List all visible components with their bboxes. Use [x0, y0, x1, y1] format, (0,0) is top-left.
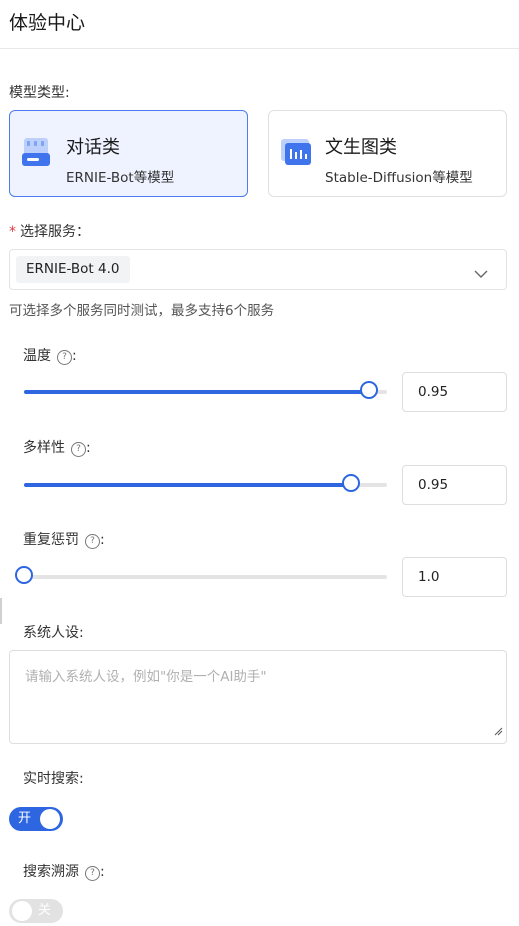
- model-type-label: 模型类型:: [9, 85, 70, 101]
- slider-fill: [24, 483, 351, 487]
- model-card-image[interactable]: 文生图类 Stable-Diffusion等模型: [268, 110, 507, 197]
- system-prompt-label: 系统人设:: [23, 625, 84, 641]
- page-title: 体验中心: [9, 12, 86, 34]
- help-icon[interactable]: ?: [57, 350, 72, 365]
- realtime-search-toggle[interactable]: 开: [9, 807, 63, 831]
- realtime-search-label: 实时搜索:: [23, 771, 84, 787]
- model-card-title: 文生图类: [325, 137, 397, 158]
- label-colon: :: [72, 348, 77, 364]
- slider-fill: [24, 390, 369, 394]
- top-p-label-row: 多样性?:: [23, 437, 91, 457]
- temperature-slider[interactable]: [24, 381, 387, 399]
- toggle-knob: [40, 809, 60, 829]
- header-divider: [0, 48, 519, 49]
- service-hint: 可选择多个服务同时测试，最多支持6个服务: [9, 303, 275, 319]
- selected-service-tag[interactable]: ERNIE-Bot 4.0: [16, 256, 130, 283]
- slider-thumb[interactable]: [341, 474, 360, 492]
- help-icon[interactable]: ?: [85, 534, 100, 549]
- model-card-title: 对话类: [66, 137, 120, 158]
- top-p-slider[interactable]: [24, 474, 387, 492]
- help-icon[interactable]: ?: [85, 866, 100, 881]
- label-colon: :: [100, 532, 105, 548]
- penalty-label: 重复惩罚: [23, 532, 79, 548]
- temperature-label-row: 温度?:: [23, 345, 77, 365]
- toggle-state-label: 关: [38, 903, 52, 918]
- model-card-subtitle: ERNIE-Bot等模型: [66, 170, 175, 186]
- system-prompt-placeholder: 请输入系统人设，例如"你是一个AI助手": [25, 669, 267, 685]
- search-source-label: 搜索溯源: [23, 864, 79, 880]
- system-prompt-textarea[interactable]: 请输入系统人设，例如"你是一个AI助手": [9, 650, 507, 744]
- service-label-row: * 选择服务：: [9, 221, 90, 241]
- service-select[interactable]: ERNIE-Bot 4.0: [9, 249, 507, 290]
- search-source-label-row: 搜索溯源?:: [23, 861, 105, 881]
- penalty-slider[interactable]: [15, 566, 387, 584]
- help-icon[interactable]: ?: [71, 442, 86, 457]
- slider-thumb[interactable]: [359, 381, 378, 399]
- temperature-label: 温度: [23, 348, 51, 364]
- penalty-input[interactable]: 1.0: [402, 557, 507, 597]
- slider-thumb[interactable]: [15, 566, 33, 584]
- temperature-input[interactable]: 0.95: [402, 372, 507, 412]
- chevron-down-icon[interactable]: [474, 264, 488, 283]
- model-card-chat[interactable]: 对话类 ERNIE-Bot等模型: [9, 110, 248, 197]
- image-model-icon: [281, 137, 311, 169]
- toggle-state-label: 开: [18, 811, 32, 826]
- label-colon: :: [86, 440, 91, 456]
- service-label: 选择服务：: [20, 224, 90, 240]
- penalty-label-row: 重复惩罚?:: [23, 529, 105, 549]
- label-colon: :: [100, 864, 105, 880]
- panel-edge-handle[interactable]: [0, 598, 2, 624]
- toggle-knob: [12, 901, 32, 921]
- required-mark: *: [9, 224, 16, 240]
- top-p-label: 多样性: [23, 440, 65, 456]
- resize-handle-icon[interactable]: [494, 721, 503, 740]
- top-p-input[interactable]: 0.95: [402, 465, 507, 505]
- chat-model-icon: [22, 137, 52, 169]
- search-source-toggle[interactable]: 关: [9, 899, 63, 923]
- model-card-subtitle: Stable-Diffusion等模型: [325, 170, 473, 186]
